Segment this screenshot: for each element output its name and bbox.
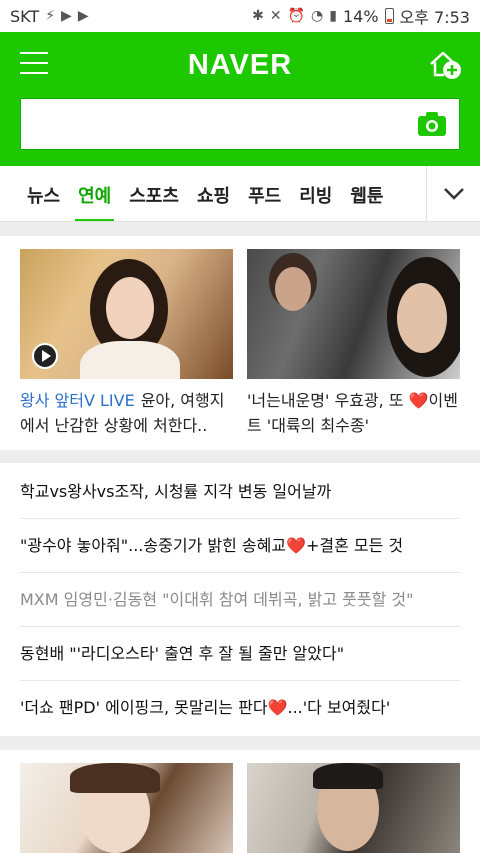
wifi-icon: ◔ [311, 8, 324, 24]
battery-icon [384, 8, 394, 24]
headline-item[interactable]: '더쇼 팬PD' 에이핑크, 못말리는 판다❤️...'다 보여줬다' [20, 681, 460, 735]
play-icon [32, 343, 58, 369]
play-store-icon: ▶ [61, 8, 72, 24]
tab-item[interactable]: 뉴스 [18, 166, 69, 221]
tab-item[interactable]: 스포츠 [120, 166, 188, 221]
carrier-label: SKT [10, 6, 40, 26]
headline-item[interactable]: 동현배 "'라디오스타' 출연 후 잘 될 줄만 알았다" [20, 627, 460, 681]
tab-item[interactable]: 연예 [69, 166, 120, 221]
live-label: 왕사 앞터V LIVE [20, 391, 135, 410]
news-card-text: 왕사 앞터V LIVE 윤아, 여행지에서 난감한 상황에 처한다.. [20, 388, 233, 438]
news-card[interactable]: '너는내운명' 우효광, 또 ❤️이벤트 '대륙의 최수종' [247, 249, 460, 438]
tab-item[interactable]: 리빙 [290, 166, 341, 221]
tab-item[interactable]: 푸드 [239, 166, 290, 221]
tab-fade [402, 166, 426, 221]
headline-list: 학교vs왕사vs조작, 시청률 지각 변동 일어날까 "광수야 놓아줘"...송중… [0, 463, 480, 736]
search-box [20, 98, 460, 150]
alarm-icon: ⏰ [287, 8, 306, 24]
home-add-icon[interactable] [428, 48, 462, 80]
featured-news: 왕사 앞터V LIVE 윤아, 여행지에서 난감한 상황에 처한다.. '너는내운… [0, 236, 480, 450]
news-card-text: '너는내운명' 우효광, 또 ❤️이벤트 '대륙의 최수종' [247, 391, 458, 435]
news-thumbnail[interactable] [247, 763, 460, 853]
naver-logo[interactable]: NAVER [0, 49, 480, 82]
signal-icon: ▮ [329, 8, 337, 24]
headline-item[interactable]: "광수야 놓아줘"...송중기가 밝힌 송혜교❤️+결혼 모든 것 [20, 519, 460, 573]
battery-percent: 14% [342, 6, 379, 26]
headline-item[interactable]: 학교vs왕사vs조작, 시청률 지각 변동 일어날까 [20, 465, 460, 519]
search-input[interactable] [21, 99, 401, 149]
headline-item[interactable]: MXM 임영민·김동현 "이대휘 참여 데뷔곡, 밝고 풋풋할 것" [20, 573, 460, 627]
chevron-down-icon [443, 187, 464, 200]
notification-icon: ⚡ [45, 8, 56, 24]
tab-item[interactable]: 웹툰 [341, 166, 392, 221]
tab-list: 뉴스 연예 스포츠 쇼핑 푸드 리빙 웹툰 [18, 166, 392, 221]
news-thumbnail[interactable] [20, 763, 233, 853]
category-tabs: 뉴스 연예 스포츠 쇼핑 푸드 리빙 웹툰 [0, 166, 480, 222]
status-bar-left: SKT ⚡ ▶ ▶ [10, 7, 89, 26]
status-bar: SKT ⚡ ▶ ▶ ✱ ✕ ⏰ ◔ ▮ 14% 오후 7:53 [0, 0, 480, 32]
bluetooth-icon: ✱ [252, 8, 264, 24]
play-store-icon-2: ▶ [77, 8, 89, 24]
news-thumbnail [247, 249, 460, 379]
clock: 오후 7:53 [399, 8, 470, 27]
header: NAVER [0, 32, 480, 166]
more-news [0, 750, 480, 853]
tab-more-button[interactable] [426, 166, 480, 221]
news-thumbnail [20, 249, 233, 379]
camera-icon[interactable] [417, 111, 447, 137]
mute-icon: ✕ [269, 8, 282, 24]
status-bar-right: ✱ ✕ ⏰ ◔ ▮ 14% 오후 7:53 [252, 4, 470, 28]
news-card[interactable]: 왕사 앞터V LIVE 윤아, 여행지에서 난감한 상황에 처한다.. [20, 249, 233, 438]
tab-item[interactable]: 쇼핑 [188, 166, 239, 221]
